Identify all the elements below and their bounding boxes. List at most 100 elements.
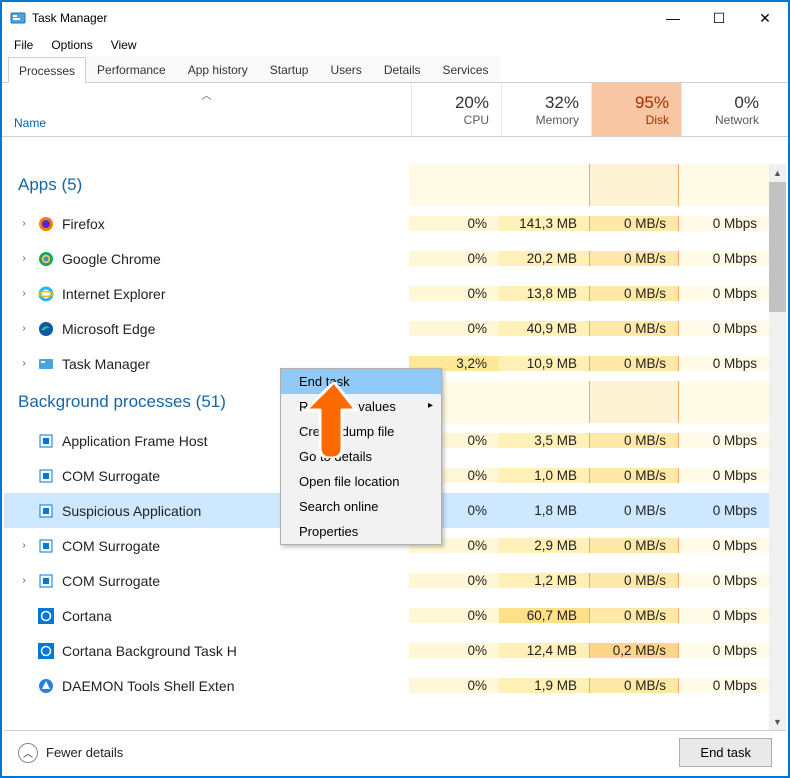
edge-icon — [38, 321, 54, 337]
cpu-cell: 0% — [409, 216, 499, 231]
context-go-details[interactable]: Go to details — [281, 444, 441, 469]
memory-label: Memory — [536, 113, 579, 127]
chevron-right-icon[interactable]: › — [18, 323, 30, 334]
cpu-label: CPU — [464, 113, 489, 127]
chevron-right-icon[interactable]: › — [18, 218, 30, 229]
column-memory[interactable]: 32% Memory — [501, 83, 591, 136]
disk-cell: 0 MB/s — [589, 216, 679, 231]
scrollbar[interactable]: ▲ ▼ — [769, 164, 786, 730]
scroll-thumb[interactable] — [769, 182, 786, 312]
process-name: COM Surrogate — [62, 538, 160, 554]
titlebar: Task Manager — ☐ ✕ — [2, 2, 788, 34]
process-name: DAEMON Tools Shell Exten — [62, 678, 234, 694]
chevron-right-icon: ▸ — [428, 400, 433, 411]
column-disk[interactable]: 95% Disk — [591, 83, 681, 136]
chevron-right-icon[interactable]: › — [18, 575, 30, 586]
cortana-icon — [38, 608, 54, 624]
ie-icon — [38, 286, 54, 302]
chevron-right-icon[interactable]: › — [18, 288, 30, 299]
window-title: Task Manager — [32, 11, 107, 25]
tab-processes[interactable]: Processes — [8, 57, 86, 83]
generic-app-icon — [38, 433, 54, 449]
process-name: Internet Explorer — [62, 286, 166, 302]
process-name: Firefox — [62, 216, 105, 232]
process-name: Google Chrome — [62, 251, 161, 267]
column-headers: ︿ Name 20% CPU 32% Memory 95% Disk 0% Ne… — [2, 83, 788, 137]
chevron-right-icon[interactable]: › — [18, 358, 30, 369]
menu-options[interactable]: Options — [45, 36, 98, 54]
generic-app-icon — [38, 573, 54, 589]
disk-percent: 95% — [635, 93, 669, 113]
context-properties[interactable]: Properties — [281, 519, 441, 544]
process-name: Microsoft Edge — [62, 321, 155, 337]
column-cpu[interactable]: 20% CPU — [411, 83, 501, 136]
network-label: Network — [715, 113, 759, 127]
context-end-task[interactable]: End task — [281, 369, 441, 394]
context-create-dump[interactable]: Create dump file — [281, 419, 441, 444]
process-row-chrome[interactable]: ›Google Chrome 0%20,2 MB0 MB/s0 Mbps — [4, 241, 786, 276]
tab-services[interactable]: Services — [432, 56, 500, 82]
chevron-right-icon[interactable]: › — [18, 253, 30, 264]
network-percent: 0% — [734, 93, 759, 113]
tab-performance[interactable]: Performance — [86, 56, 177, 82]
cortana-icon — [38, 643, 54, 659]
column-name[interactable]: ︿ Name — [2, 83, 411, 136]
memory-percent: 32% — [545, 93, 579, 113]
group-apps-label: Apps (5) — [4, 164, 409, 206]
context-search-online[interactable]: Search online — [281, 494, 441, 519]
process-name: Suspicious Application — [62, 503, 201, 519]
maximize-button[interactable]: ☐ — [696, 2, 742, 34]
process-name: Application Frame Host — [62, 433, 208, 449]
group-apps[interactable]: Apps (5) — [4, 164, 786, 206]
task-manager-icon — [38, 356, 54, 372]
chrome-icon — [38, 251, 54, 267]
firefox-icon — [38, 216, 54, 232]
process-row-com3[interactable]: ›COM Surrogate 0%1,2 MB0 MB/s0 Mbps — [4, 563, 786, 598]
tab-strip: Processes Performance App history Startu… — [2, 56, 788, 83]
chevron-right-icon[interactable]: › — [18, 540, 30, 551]
daemon-tools-icon — [38, 678, 54, 694]
window-controls: — ☐ ✕ — [650, 2, 788, 34]
close-button[interactable]: ✕ — [742, 2, 788, 34]
context-resource-values[interactable]: Resource values▸ — [281, 394, 441, 419]
tab-app-history[interactable]: App history — [177, 56, 259, 82]
context-menu: End task Resource values▸ Create dump fi… — [280, 368, 442, 545]
scroll-down-icon[interactable]: ▼ — [769, 713, 786, 730]
chevron-up-icon: ︿ — [18, 743, 38, 763]
fewer-details-label: Fewer details — [46, 745, 123, 760]
context-open-location[interactable]: Open file location — [281, 469, 441, 494]
process-row-edge[interactable]: ›Microsoft Edge 0%40,9 MB0 MB/s0 Mbps — [4, 311, 786, 346]
sort-indicator-icon: ︿ — [202, 87, 212, 102]
menu-file[interactable]: File — [8, 36, 39, 54]
network-cell: 0 Mbps — [679, 216, 769, 231]
menu-bar: File Options View — [2, 34, 788, 56]
column-name-label: Name — [14, 116, 46, 130]
process-name: COM Surrogate — [62, 468, 160, 484]
column-network[interactable]: 0% Network — [681, 83, 771, 136]
end-task-button[interactable]: End task — [679, 738, 772, 767]
process-row-cortana[interactable]: ›Cortana 0%60,7 MB0 MB/s0 Mbps — [4, 598, 786, 633]
cpu-percent: 20% — [455, 93, 489, 113]
minimize-button[interactable]: — — [650, 2, 696, 34]
process-row-ie[interactable]: ›Internet Explorer 0%13,8 MB0 MB/s0 Mbps — [4, 276, 786, 311]
process-name: Cortana — [62, 608, 112, 624]
menu-view[interactable]: View — [105, 36, 143, 54]
process-row-daemon[interactable]: ›DAEMON Tools Shell Exten 0%1,9 MB0 MB/s… — [4, 668, 786, 703]
disk-label: Disk — [646, 113, 669, 127]
generic-app-icon — [38, 538, 54, 554]
footer: ︿ Fewer details End task — [4, 730, 786, 774]
process-name: Cortana Background Task H — [62, 643, 237, 659]
memory-cell: 141,3 MB — [499, 216, 589, 231]
fewer-details-toggle[interactable]: ︿ Fewer details — [18, 743, 123, 763]
tab-startup[interactable]: Startup — [259, 56, 320, 82]
task-manager-icon — [10, 10, 26, 26]
scroll-up-icon[interactable]: ▲ — [769, 164, 786, 181]
process-row-firefox[interactable]: › Firefox 0% 141,3 MB 0 MB/s 0 Mbps — [4, 206, 786, 241]
generic-app-icon — [38, 468, 54, 484]
generic-app-icon — [38, 503, 54, 519]
process-row-cortana-bg[interactable]: ›Cortana Background Task H 0%12,4 MB0,2 … — [4, 633, 786, 668]
tab-users[interactable]: Users — [319, 56, 372, 82]
tab-details[interactable]: Details — [373, 56, 432, 82]
process-name: Task Manager — [62, 356, 150, 372]
process-name: COM Surrogate — [62, 573, 160, 589]
